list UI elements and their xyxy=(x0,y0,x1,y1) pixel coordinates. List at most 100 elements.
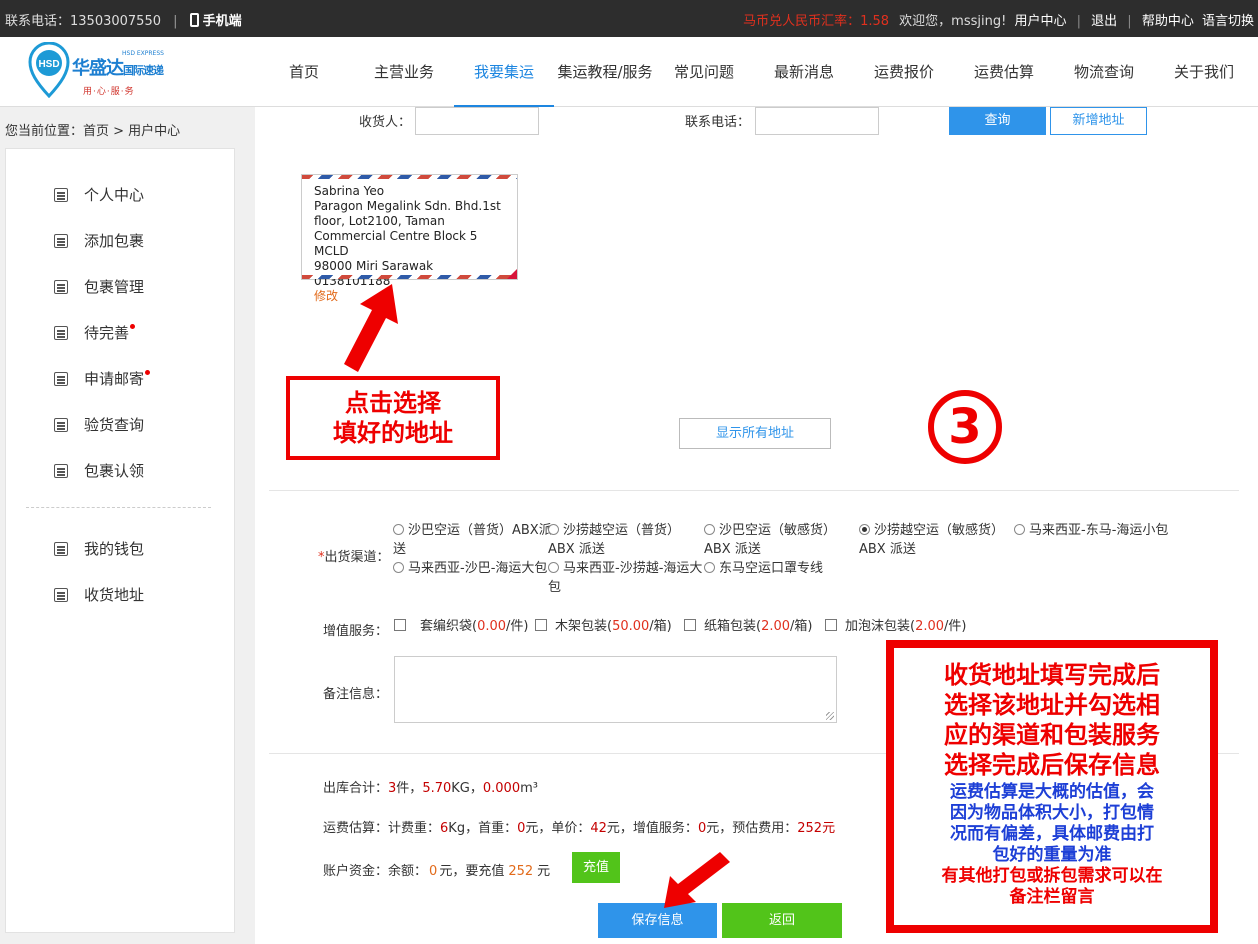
vas-option[interactable]: 加泡沫包装(2.00/件) xyxy=(825,617,966,636)
mobile-link[interactable]: 手机端 xyxy=(203,14,242,29)
channel-option[interactable]: 沙巴空运（敏感货）ABX 派送 xyxy=(704,521,844,559)
top-bar-left: 联系电话：13503007550 | 手机端 xyxy=(5,10,242,29)
nav-about[interactable]: 关于我们 xyxy=(1166,37,1242,107)
checkbox[interactable] xyxy=(535,619,547,631)
channel-option[interactable]: 沙巴空运（普货）ABX派送 xyxy=(393,521,553,559)
annotation-line: 备注栏留言 xyxy=(1009,887,1095,907)
radio-button[interactable] xyxy=(393,524,404,535)
channel-option[interactable]: 马来西亚-沙巴-海运大包 xyxy=(393,559,553,578)
sidebar-item-personal-center[interactable]: 个人中心 xyxy=(54,184,144,208)
radio-button[interactable] xyxy=(548,562,559,573)
add-address-button[interactable]: 新增地址 xyxy=(1050,107,1147,135)
vas-option[interactable]: 纸箱包装(2.00/箱) xyxy=(684,617,812,636)
step-number: 3 xyxy=(928,390,1002,464)
step-number-text: 3 xyxy=(948,399,982,455)
annotation-line: 应的渠道和包装服务 xyxy=(944,720,1160,749)
radio-button-checked[interactable] xyxy=(859,524,870,535)
language-switch-link[interactable]: 语言切换 xyxy=(1202,14,1254,29)
checkbox[interactable] xyxy=(825,619,837,631)
nav-tracking[interactable]: 物流查询 xyxy=(1066,37,1142,107)
vas-option[interactable]: 木架包装(50.00/箱) xyxy=(535,617,672,636)
estimate-text: 元，单价： xyxy=(525,821,591,836)
checkbox[interactable] xyxy=(684,619,696,631)
logo-slogan: 用·心·服·务 xyxy=(83,87,135,97)
annotation-line: 运费估算是大概的估值，会 xyxy=(950,782,1154,802)
outbound-summary: 出库合计：3件，5.70KG，0.000m³ xyxy=(323,777,538,796)
channel-option-label: 马来西亚-沙巴-海运大包 xyxy=(408,561,548,576)
sidebar-item-package-management[interactable]: 包裹管理 xyxy=(54,276,144,300)
breadcrumb: 您当前位置：首页 > 用户中心 xyxy=(5,124,181,139)
document-icon xyxy=(54,372,68,386)
channel-option[interactable]: 马来西亚-东马-海运小包 xyxy=(1014,521,1174,540)
logo-name: 华盛达 xyxy=(72,58,124,79)
remarks-textarea[interactable] xyxy=(394,656,837,723)
nav-main-business[interactable]: 主营业务 xyxy=(366,37,442,107)
checkbox[interactable] xyxy=(394,619,406,631)
sidebar-item-wallet[interactable]: 我的钱包 xyxy=(54,538,144,562)
channel-option[interactable]: 东马空运口罩专线 xyxy=(704,559,864,578)
phone-label: 联系电话： xyxy=(685,115,751,130)
back-button[interactable]: 返回 xyxy=(722,903,842,938)
nav-estimate[interactable]: 运费估算 xyxy=(966,37,1042,107)
nav-tutorial[interactable]: 集运教程/服务 xyxy=(555,37,655,107)
nav-faq[interactable]: 常见问题 xyxy=(666,37,742,107)
sidebar-item-inspection[interactable]: 验货查询 xyxy=(54,414,144,438)
annotation-line: 选择完成后保存信息 xyxy=(944,750,1160,779)
vas-unit: /件) xyxy=(506,619,529,634)
summary-unit: 件， xyxy=(396,781,423,796)
radio-button[interactable] xyxy=(393,562,404,573)
resize-grip-icon[interactable] xyxy=(826,712,834,720)
recharge-button[interactable]: 充值 xyxy=(572,852,620,883)
sidebar-divider xyxy=(26,507,211,508)
sidebar-item-pending[interactable]: 待完善 xyxy=(54,322,136,346)
sidebar-item-package-claim[interactable]: 包裹认领 xyxy=(54,460,144,484)
phone-input[interactable] xyxy=(755,107,879,135)
sidebar-item-add-package[interactable]: 添加包裹 xyxy=(54,230,144,254)
receiver-input[interactable] xyxy=(415,107,539,135)
nav-pricing[interactable]: 运费报价 xyxy=(866,37,942,107)
user-center-link[interactable]: 用户中心 xyxy=(1014,14,1066,29)
address-line: Sabrina Yeo xyxy=(314,184,385,198)
nav-news[interactable]: 最新消息 xyxy=(766,37,842,107)
nav-home[interactable]: 首页 xyxy=(270,37,338,107)
top-bar: 联系电话：13503007550 | 手机端 马币兑人民币汇率：1.58 欢迎您… xyxy=(0,0,1258,37)
document-icon xyxy=(54,234,68,248)
notification-dot xyxy=(145,370,151,375)
notification-dot xyxy=(130,324,136,329)
logo[interactable]: HSD 华盛达国际速递 HSD EXPRESS 用·心·服·务 xyxy=(28,40,168,100)
radio-button[interactable] xyxy=(548,524,559,535)
channel-option[interactable]: 马来西亚-沙捞越-海运大包 xyxy=(548,559,706,597)
channel-option[interactable]: 沙捞越空运（普货）ABX 派送 xyxy=(548,521,698,559)
divider: | xyxy=(1076,14,1081,29)
radio-button[interactable] xyxy=(704,524,715,535)
sidebar-item-label: 申请邮寄 xyxy=(84,370,145,388)
logout-link[interactable]: 退出 xyxy=(1091,14,1117,29)
sidebar-item-label: 添加包裹 xyxy=(84,232,145,250)
address-card[interactable]: Sabrina Yeo Paragon Megalink Sdn. Bhd.1s… xyxy=(301,174,518,303)
help-center-link[interactable]: 帮助中心 xyxy=(1142,14,1194,29)
channel-option-label: 马来西亚-东马-海运小包 xyxy=(1029,523,1169,538)
channel-option-label: 东马空运口罩专线 xyxy=(719,561,824,576)
document-icon xyxy=(54,464,68,478)
nav-consolidation[interactable]: 我要集运 xyxy=(454,37,554,107)
estimate-text: 元，预估费用： xyxy=(706,821,798,836)
query-button[interactable]: 查询 xyxy=(949,107,1046,135)
annotation-line: 况而有偏差，具体邮费由打 xyxy=(950,824,1154,844)
sidebar-item-addresses[interactable]: 收货地址 xyxy=(54,584,144,608)
airmail-border xyxy=(302,175,517,179)
channel-option[interactable]: 沙捞越空运（敏感货）ABX 派送 xyxy=(859,521,1004,559)
radio-button[interactable] xyxy=(704,562,715,573)
summary-weight: 5.70 xyxy=(422,781,452,796)
sidebar-item-request-shipping[interactable]: 申请邮寄 xyxy=(54,368,151,392)
sidebar-item-label: 包裹管理 xyxy=(84,278,145,296)
show-all-addresses-button[interactable]: 显示所有地址 xyxy=(679,418,831,449)
annotation-select-address: 点击选择 填好的地址 xyxy=(286,376,500,460)
radio-button[interactable] xyxy=(1014,524,1025,535)
receiver-label: 收货人： xyxy=(359,115,412,130)
vas-option[interactable]: 套编织袋(0.00/件) xyxy=(394,617,528,636)
summary-unit: KG， xyxy=(451,781,483,796)
mobile-phone-icon xyxy=(189,13,199,27)
unit-price: 42 xyxy=(590,821,607,836)
channel-option-label: 沙巴空运（敏感货）ABX 派送 xyxy=(704,523,837,557)
sidebar-item-label: 我的钱包 xyxy=(84,540,145,558)
